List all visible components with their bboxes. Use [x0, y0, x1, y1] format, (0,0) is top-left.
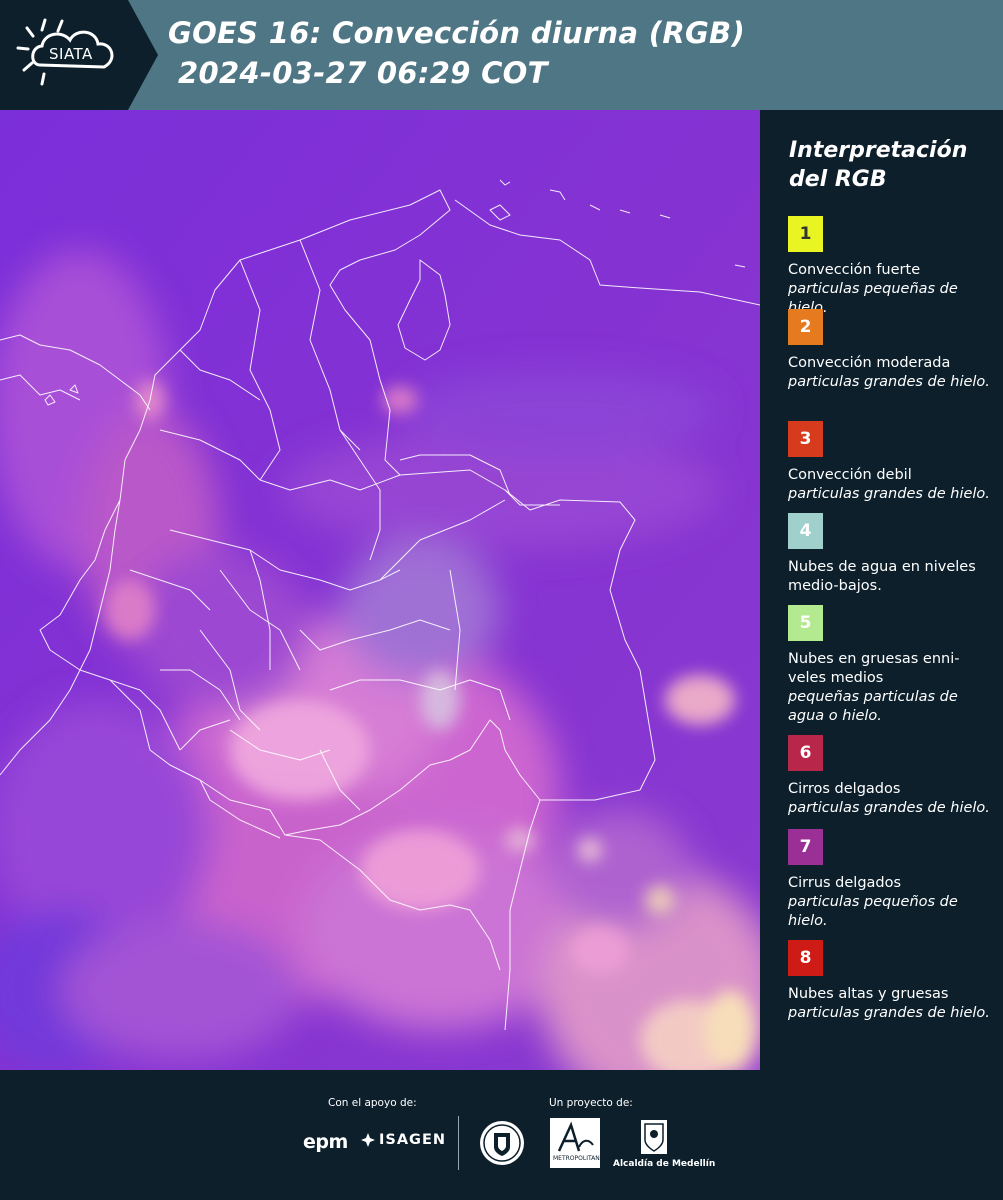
legend-item-5: 5 Nubes en gruesas enni-veles medios peq…: [788, 605, 993, 726]
legend-swatch-7: 7: [788, 829, 823, 865]
header-bar: SIATA GOES 16: Convección diurna (RGB) 2…: [0, 0, 1003, 110]
legend-swatch-3: 3: [788, 421, 823, 457]
legend-main-3: Convección debil: [788, 467, 912, 483]
isagen-logo: ISAGEN: [360, 1132, 446, 1148]
legend-main-7: Cirrus delgados: [788, 875, 902, 891]
legend-item-7: 7 Cirrus delgados particulas pequeños de…: [788, 829, 993, 931]
legend-swatch-5: 5: [788, 605, 823, 641]
legend-title: Interpretación del RGB: [789, 136, 989, 194]
legend-title-line2: del RGB: [789, 167, 887, 192]
legend-number-4: 4: [799, 521, 812, 541]
legend-number-2: 2: [799, 317, 812, 337]
legend-main-1: Convección fuerte: [788, 262, 921, 278]
footer-divider: [458, 1116, 459, 1170]
footer: Con el apoyo de: Un proyecto de: epm ISA…: [0, 1070, 1003, 1200]
legend-number-3: 3: [799, 429, 812, 449]
legend-number-1: 1: [799, 224, 812, 244]
legend-number-7: 7: [799, 837, 812, 857]
legend-number-6: 6: [799, 743, 812, 763]
legend-sub-8: particulas grandes de hielo.: [788, 1005, 990, 1021]
legend-item-1: 1 Convección fuerte particulas pequeñas …: [788, 216, 993, 318]
legend-main-6: Cirros delgados: [788, 781, 901, 797]
legend-main-2: Convección moderada: [788, 355, 951, 371]
legend-sub-2: particulas grandes de hielo.: [788, 374, 990, 390]
siata-logo-text: SIATA: [49, 45, 93, 63]
isagen-label: ISAGEN: [379, 1132, 447, 1148]
legend-swatch-4: 4: [788, 513, 823, 549]
legend-item-6: 6 Cirros delgados particulas grandes de …: [788, 735, 993, 818]
legend-item-2: 2 Convección moderada particulas grandes…: [788, 309, 993, 392]
timestamp: 2024-03-27 06:29 COT: [178, 56, 548, 90]
legend-panel: Interpretación del RGB 1 Convección fuer…: [760, 110, 1003, 1070]
legend-sub-3: particulas grandes de hielo.: [788, 486, 990, 502]
legend-item-4: 4 Nubes de agua en niveles medio-bajos.: [788, 513, 993, 596]
isagen-icon: [361, 1133, 375, 1147]
alcaldia-label: Alcaldía de Medellín: [613, 1159, 716, 1169]
support-label: Con el apoyo de:: [328, 1097, 417, 1109]
legend-title-line1: Interpretación: [789, 138, 968, 163]
legend-main-4: Nubes de agua en niveles medio-bajos.: [788, 559, 976, 594]
legend-swatch-2: 2: [788, 309, 823, 345]
legend-sub-6: particulas grandes de hielo.: [788, 800, 990, 816]
satellite-map: [0, 110, 760, 1070]
alcaldia-shield-logo: [639, 1118, 669, 1160]
siata-logo: SIATA: [0, 0, 160, 110]
legend-number-5: 5: [799, 613, 812, 633]
legend-swatch-1: 1: [788, 216, 823, 252]
university-seal-logo: [478, 1119, 526, 1171]
legend-item-8: 8 Nubes altas y gruesas particulas grand…: [788, 940, 993, 1023]
page-title: GOES 16: Convección diurna (RGB): [168, 16, 746, 50]
legend-main-8: Nubes altas y gruesas: [788, 986, 949, 1002]
legend-number-8: 8: [799, 948, 812, 968]
legend-swatch-6: 6: [788, 735, 823, 771]
project-label: Un proyecto de:: [549, 1097, 633, 1109]
legend-swatch-8: 8: [788, 940, 823, 976]
epm-logo: epm: [303, 1131, 348, 1153]
legend-main-5: Nubes en gruesas enni-veles medios: [788, 651, 960, 686]
legend-sub-7: particulas pequeños de hielo.: [788, 894, 958, 929]
legend-sub-5: pequeñas particulas de agua o hielo.: [788, 689, 958, 724]
legend-item-3: 3 Convección debil particulas grandes de…: [788, 421, 993, 504]
